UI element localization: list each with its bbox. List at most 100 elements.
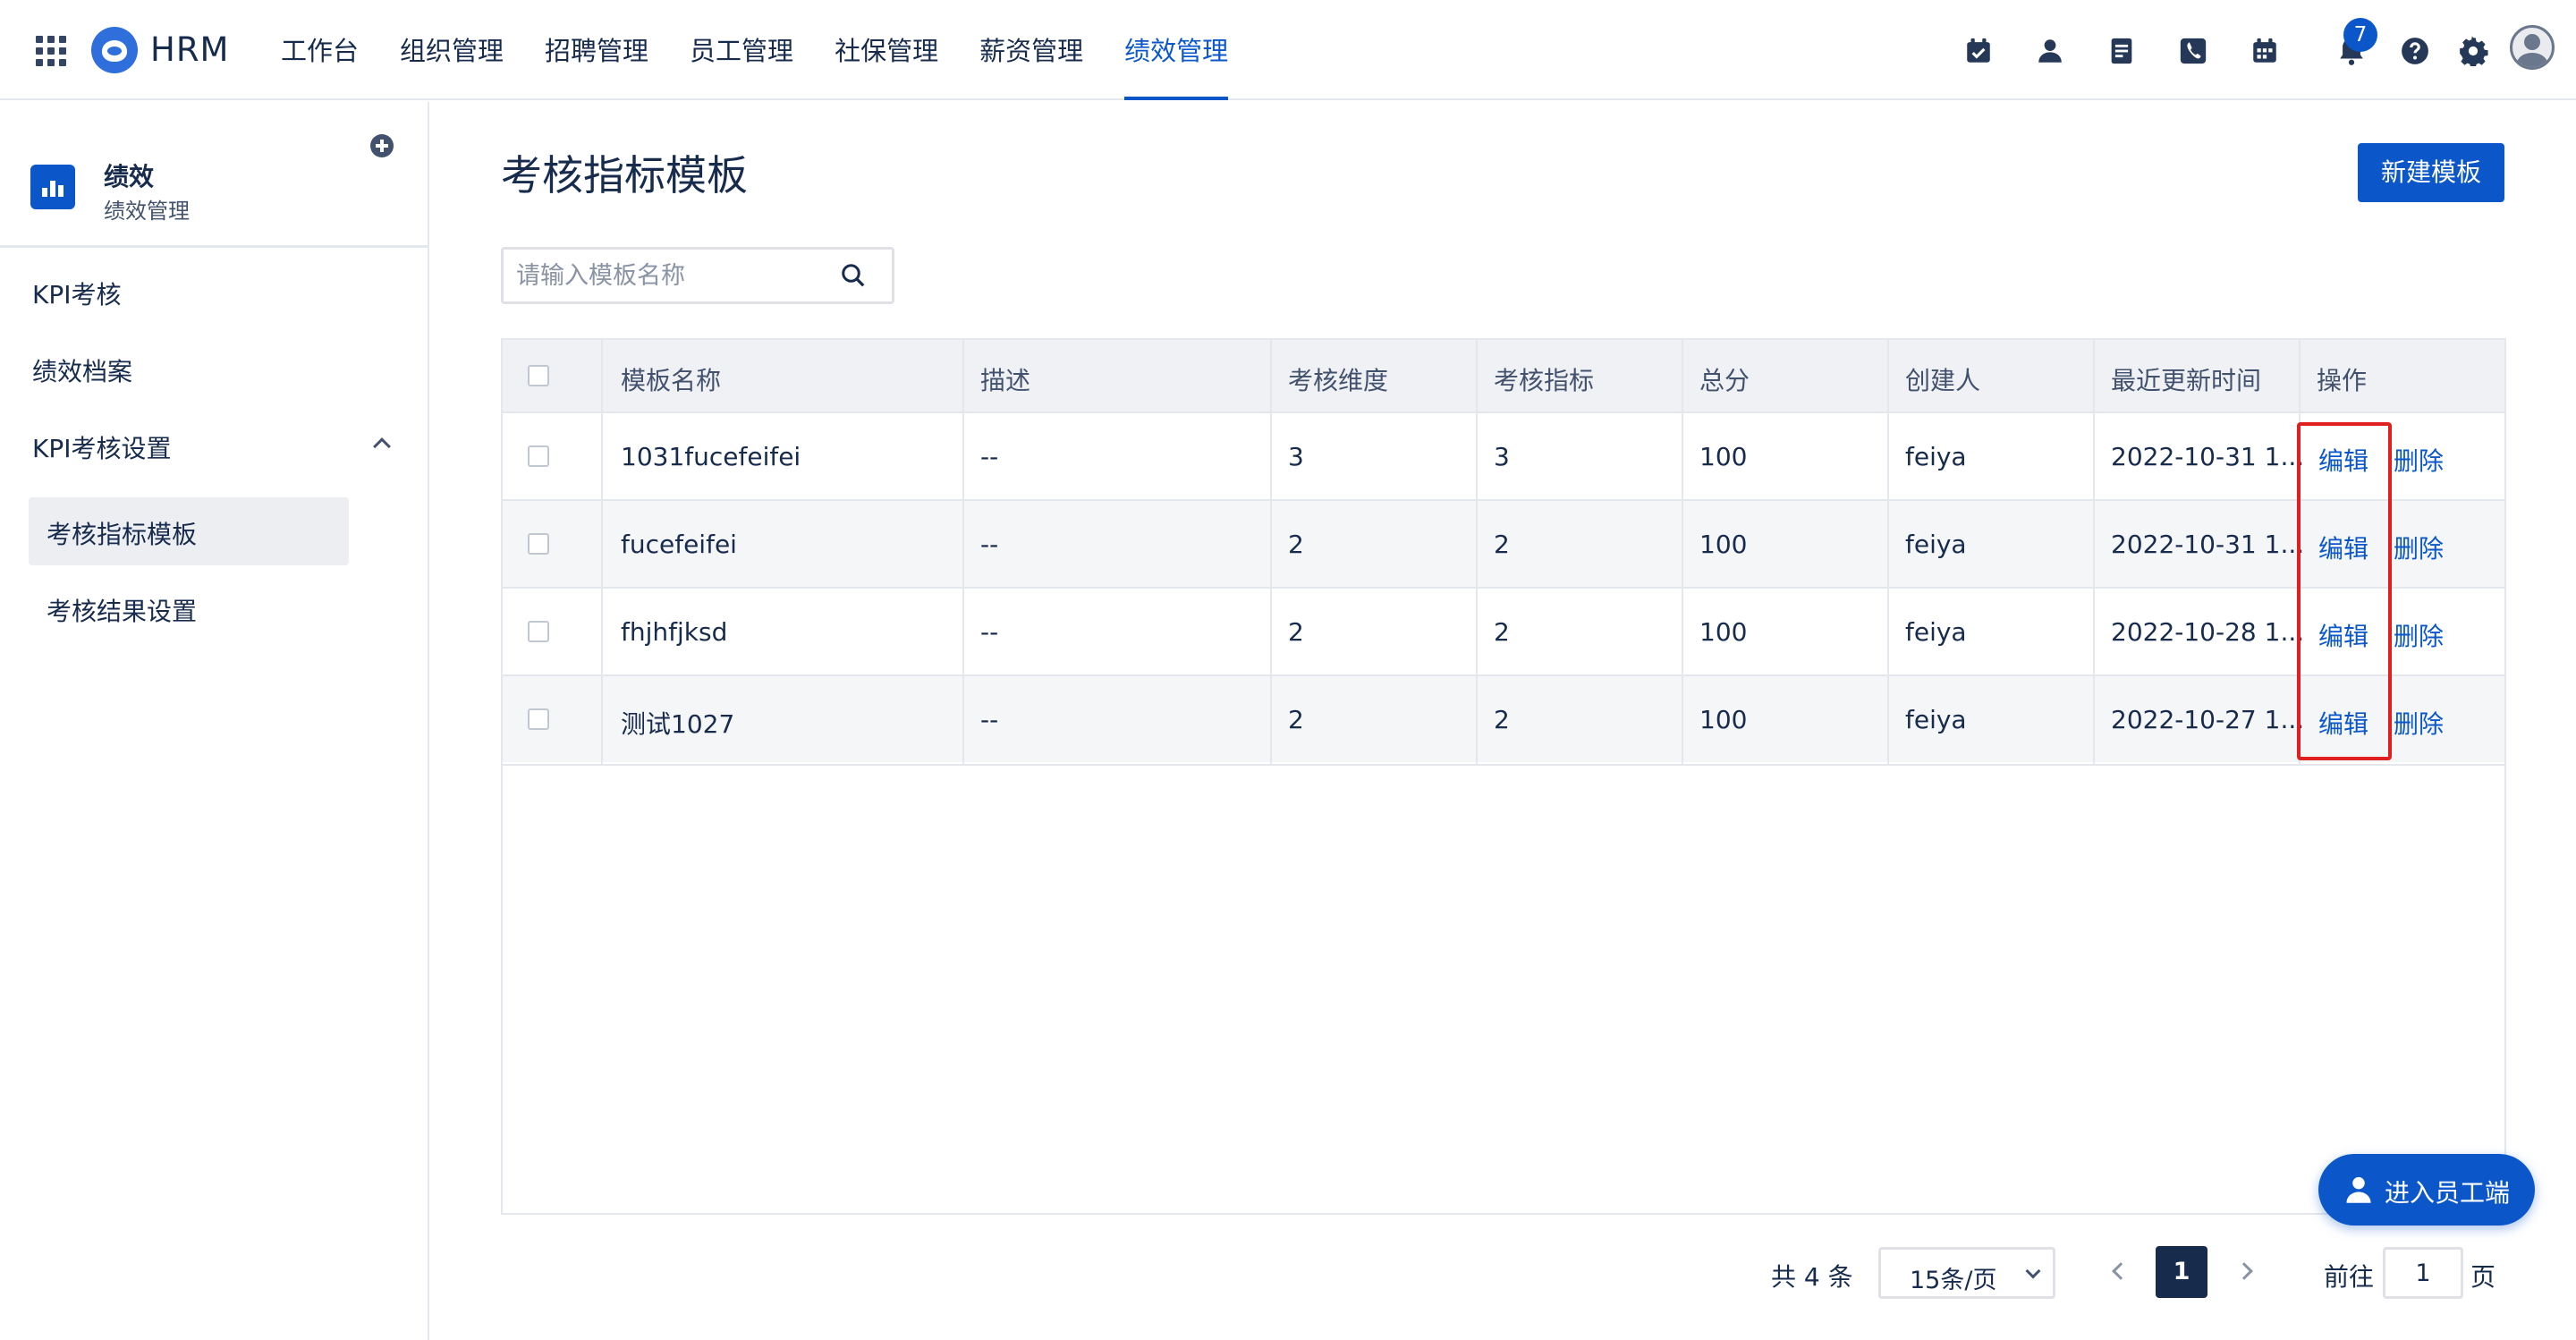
- cell-score: 100: [1699, 617, 1748, 647]
- brand-name: HRM: [150, 30, 230, 69]
- cell-name: 测试1027: [621, 709, 735, 739]
- prev-page-icon[interactable]: [2112, 1262, 2130, 1280]
- delete-link[interactable]: 删除: [2394, 705, 2444, 741]
- cell-updated: 2022-10-31 1...: [2111, 530, 2305, 559]
- calendar-icon[interactable]: [2250, 36, 2280, 66]
- cell-updated: 2022-10-28 1...: [2111, 617, 2305, 647]
- nav-salary[interactable]: 薪资管理: [979, 0, 1083, 100]
- column-divider: [1682, 340, 1683, 764]
- edit-column-highlight: [2297, 422, 2392, 760]
- cell-updated: 2022-10-27 1...: [2111, 705, 2305, 734]
- cell-description: --: [980, 705, 999, 734]
- delete-link[interactable]: 删除: [2394, 617, 2444, 653]
- cell-description: --: [980, 530, 999, 559]
- cell-indicators: 2: [1494, 617, 1510, 647]
- search-icon[interactable]: [840, 262, 867, 289]
- table-rows-divider: [503, 764, 2504, 766]
- cell-creator: feiya: [1905, 617, 1967, 647]
- row-checkbox[interactable]: [528, 621, 549, 642]
- sidebar-item-kpi-settings[interactable]: KPI考核设置: [32, 429, 172, 465]
- select-all-checkbox[interactable]: [528, 365, 549, 386]
- cell-creator: feiya: [1905, 705, 1967, 734]
- delete-link[interactable]: 删除: [2394, 530, 2444, 565]
- document-icon[interactable]: [2106, 36, 2137, 66]
- nav-organization[interactable]: 组织管理: [400, 0, 504, 100]
- row-checkbox[interactable]: [528, 445, 549, 467]
- chevron-down-icon: [2025, 1263, 2041, 1279]
- cell-indicators: 3: [1494, 442, 1510, 471]
- gear-icon[interactable]: [2458, 36, 2488, 66]
- row-checkbox[interactable]: [528, 533, 549, 555]
- hrm-logo-icon: [91, 27, 138, 73]
- sidebar-divider: [0, 245, 428, 248]
- page-title: 考核指标模板: [501, 151, 748, 199]
- sidebar-item-result-settings[interactable]: 考核结果设置: [47, 592, 197, 628]
- goto-label: 前往: [2324, 1262, 2375, 1292]
- chevron-up-icon[interactable]: [373, 437, 391, 455]
- cell-updated: 2022-10-31 1...: [2111, 442, 2305, 471]
- sidebar: 绩效 绩效管理 KPI考核 绩效档案 KPI考核设置 考核指标模板 考核结果设置: [0, 102, 429, 1340]
- phone-icon[interactable]: [2178, 36, 2208, 66]
- nav-workbench[interactable]: 工作台: [281, 0, 359, 100]
- column-header-creator: 创建人: [1905, 366, 1981, 395]
- sidebar-item-kpi[interactable]: KPI考核: [32, 276, 122, 311]
- nav-employees[interactable]: 员工管理: [690, 0, 793, 100]
- column-divider: [601, 340, 603, 764]
- page-suffix-label: 页: [2470, 1262, 2496, 1292]
- row-checkbox[interactable]: [528, 708, 549, 730]
- search-input[interactable]: [516, 250, 820, 301]
- cell-description: --: [980, 617, 999, 647]
- help-icon[interactable]: [2400, 36, 2430, 66]
- cell-dimensions: 2: [1288, 530, 1304, 559]
- table-row: fhjhfjksd -- 2 2 100 feiya 2022-10-28 1.…: [503, 587, 2504, 674]
- cell-indicators: 2: [1494, 530, 1510, 559]
- table-header: 模板名称 描述 考核维度 考核指标 总分 创建人 最近更新时间 操作: [503, 340, 2504, 411]
- employee-portal-label: 进入员工端: [2385, 1178, 2511, 1208]
- module-title: 绩效: [104, 162, 155, 191]
- cell-creator: feiya: [1905, 530, 1967, 559]
- column-header-score: 总分: [1699, 366, 1750, 395]
- avatar[interactable]: [2510, 25, 2555, 70]
- search-box: [501, 247, 894, 304]
- cell-name: fhjhfjksd: [621, 617, 728, 647]
- sidebar-item-archive[interactable]: 绩效档案: [32, 352, 132, 388]
- main-nav: 工作台 组织管理 招聘管理 员工管理 社保管理 薪资管理 绩效管理: [281, 0, 1269, 100]
- nav-recruitment[interactable]: 招聘管理: [545, 0, 648, 100]
- user-icon[interactable]: [2035, 36, 2065, 66]
- page-number-current[interactable]: 1: [2156, 1246, 2207, 1298]
- page-size-select[interactable]: 15条/页: [1878, 1247, 2055, 1299]
- column-header-updated: 最近更新时间: [2111, 366, 2262, 395]
- column-divider: [1887, 340, 1889, 764]
- calendar-check-icon[interactable]: [1963, 36, 1994, 66]
- column-divider: [2093, 340, 2095, 764]
- column-header-dimensions: 考核维度: [1288, 366, 1389, 395]
- apps-grid-icon[interactable]: [36, 36, 66, 66]
- column-header-name: 模板名称: [621, 366, 722, 395]
- cell-name: 1031fucefeifei: [621, 442, 801, 471]
- column-header-actions: 操作: [2317, 366, 2368, 395]
- nav-performance[interactable]: 绩效管理: [1124, 0, 1229, 100]
- column-divider: [1476, 340, 1478, 764]
- cell-score: 100: [1699, 530, 1748, 559]
- cell-dimensions: 2: [1288, 705, 1304, 734]
- goto-page-input[interactable]: [2383, 1247, 2463, 1299]
- table-row: fucefeifei -- 2 2 100 feiya 2022-10-31 1…: [503, 499, 2504, 587]
- nav-social-security[interactable]: 社保管理: [835, 0, 938, 100]
- cell-score: 100: [1699, 442, 1748, 471]
- column-divider: [962, 340, 964, 764]
- sidebar-item-indicator-template[interactable]: 考核指标模板: [47, 515, 197, 551]
- table-row: 测试1027 -- 2 2 100 feiya 2022-10-27 1... …: [503, 674, 2504, 762]
- user-icon: [2346, 1176, 2371, 1203]
- cell-description: --: [980, 442, 999, 471]
- notification-badge: 7: [2343, 18, 2377, 52]
- new-template-button[interactable]: 新建模板: [2358, 143, 2504, 202]
- employee-portal-button[interactable]: 进入员工端: [2318, 1154, 2535, 1226]
- template-table: 模板名称 描述 考核维度 考核指标 总分 创建人 最近更新时间 操作 1031f…: [501, 338, 2506, 1215]
- table-row: 1031fucefeifei -- 3 3 100 feiya 2022-10-…: [503, 411, 2504, 499]
- cell-dimensions: 2: [1288, 617, 1304, 647]
- cell-dimensions: 3: [1288, 442, 1304, 471]
- column-header-indicators: 考核指标: [1494, 366, 1595, 395]
- add-circle-icon[interactable]: [370, 134, 394, 157]
- next-page-icon[interactable]: [2235, 1262, 2253, 1280]
- delete-link[interactable]: 删除: [2394, 442, 2444, 478]
